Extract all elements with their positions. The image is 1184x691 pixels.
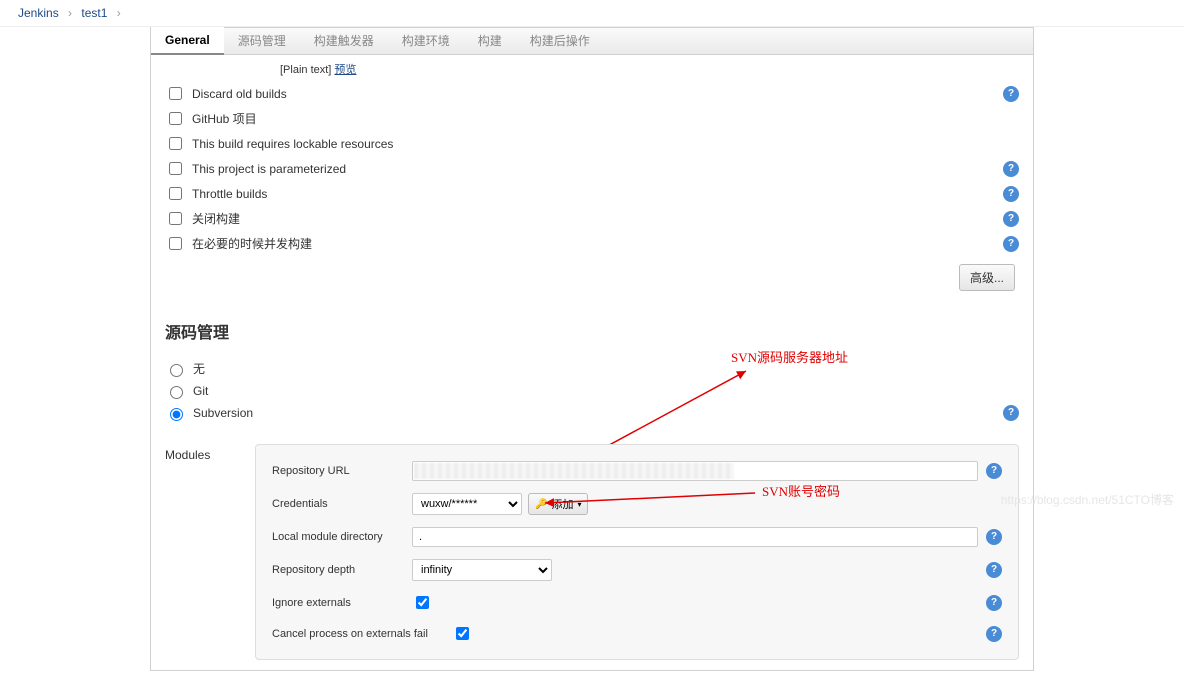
help-icon[interactable]: ?	[1003, 236, 1019, 252]
scm-none-label: 无	[193, 360, 1019, 377]
scm-svn-radio[interactable]	[170, 408, 183, 421]
tab-general[interactable]: General	[151, 27, 224, 55]
depth-select[interactable]: infinity	[412, 559, 552, 581]
help-icon[interactable]: ?	[1003, 211, 1019, 227]
add-credentials-button[interactable]: 🔑 添加 ▾	[528, 493, 588, 515]
key-icon: 🔑	[535, 499, 547, 510]
breadcrumb-root[interactable]: Jenkins	[18, 6, 59, 20]
opt-throttle-builds[interactable]	[169, 187, 182, 200]
tab-env[interactable]: 构建环境	[388, 28, 464, 54]
section-scm: 无 Git Subversion ? SVN源码服务器地址	[150, 351, 1034, 434]
scm-none-radio[interactable]	[170, 364, 183, 377]
opt-discard-old-builds[interactable]	[169, 87, 182, 100]
opt-label: GitHub 项目	[192, 110, 1019, 127]
opt-concurrent-build[interactable]	[169, 237, 182, 250]
tab-scm[interactable]: 源码管理	[224, 28, 300, 54]
local-dir-label: Local module directory	[272, 531, 412, 543]
scm-git-radio[interactable]	[170, 386, 183, 399]
redacted-content	[414, 463, 734, 479]
preview-link[interactable]: 预览	[334, 64, 356, 76]
help-icon[interactable]: ?	[986, 595, 1002, 611]
credentials-select[interactable]: wuxw/******	[412, 493, 522, 515]
help-icon[interactable]: ?	[1003, 186, 1019, 202]
scm-git-label: Git	[193, 384, 1019, 398]
opt-disable-build[interactable]	[169, 212, 182, 225]
repo-url-label: Repository URL	[272, 465, 412, 477]
scm-svn-label: Subversion	[193, 406, 995, 420]
opt-lockable-resources[interactable]	[169, 137, 182, 150]
tab-triggers[interactable]: 构建触发器	[300, 28, 388, 54]
opt-label: This build requires lockable resources	[192, 137, 1019, 151]
chevron-right-icon: ›	[68, 6, 72, 20]
cancel-externals-label: Cancel process on externals fail	[272, 628, 452, 640]
opt-label: Throttle builds	[192, 187, 995, 201]
opt-label: This project is parameterized	[192, 162, 995, 176]
depth-label: Repository depth	[272, 564, 412, 576]
breadcrumb: Jenkins › test1 ›	[0, 0, 1184, 27]
help-icon[interactable]: ?	[1003, 161, 1019, 177]
help-icon[interactable]: ?	[1003, 405, 1019, 421]
breadcrumb-item[interactable]: test1	[81, 6, 107, 20]
section-scm-heading: 源码管理	[150, 309, 1034, 351]
opt-label: 在必要的时候并发构建	[192, 235, 995, 252]
opt-parameterized[interactable]	[169, 162, 182, 175]
opt-label: 关闭构建	[192, 210, 995, 227]
tab-build[interactable]: 构建	[464, 28, 516, 54]
section-general: [Plain text] 预览 Discard old builds ? Git…	[150, 55, 1034, 309]
tab-post[interactable]: 构建后操作	[516, 28, 604, 54]
chevron-right-icon: ›	[117, 6, 121, 20]
help-icon[interactable]: ?	[986, 626, 1002, 642]
opt-github-project[interactable]	[169, 112, 182, 125]
help-icon[interactable]: ?	[986, 562, 1002, 578]
ignore-externals-label: Ignore externals	[272, 597, 412, 609]
local-dir-input[interactable]	[412, 527, 978, 547]
ignore-externals-checkbox[interactable]	[416, 596, 429, 609]
opt-label: Discard old builds	[192, 87, 995, 101]
modules-label: Modules	[165, 444, 255, 660]
description-plaintext-hint: [Plain text] 预览	[165, 61, 1019, 77]
help-icon[interactable]: ?	[986, 463, 1002, 479]
credentials-label: Credentials	[272, 498, 412, 510]
help-icon[interactable]: ?	[986, 529, 1002, 545]
svn-modules-block: Modules Repository URL ? Credentials wux…	[150, 434, 1034, 671]
advanced-button[interactable]: 高级...	[959, 264, 1015, 291]
help-icon[interactable]: ?	[1003, 86, 1019, 102]
dropdown-caret-icon: ▾	[577, 500, 581, 509]
cancel-externals-checkbox[interactable]	[456, 627, 469, 640]
config-tabs: General 源码管理 构建触发器 构建环境 构建 构建后操作	[150, 27, 1034, 55]
